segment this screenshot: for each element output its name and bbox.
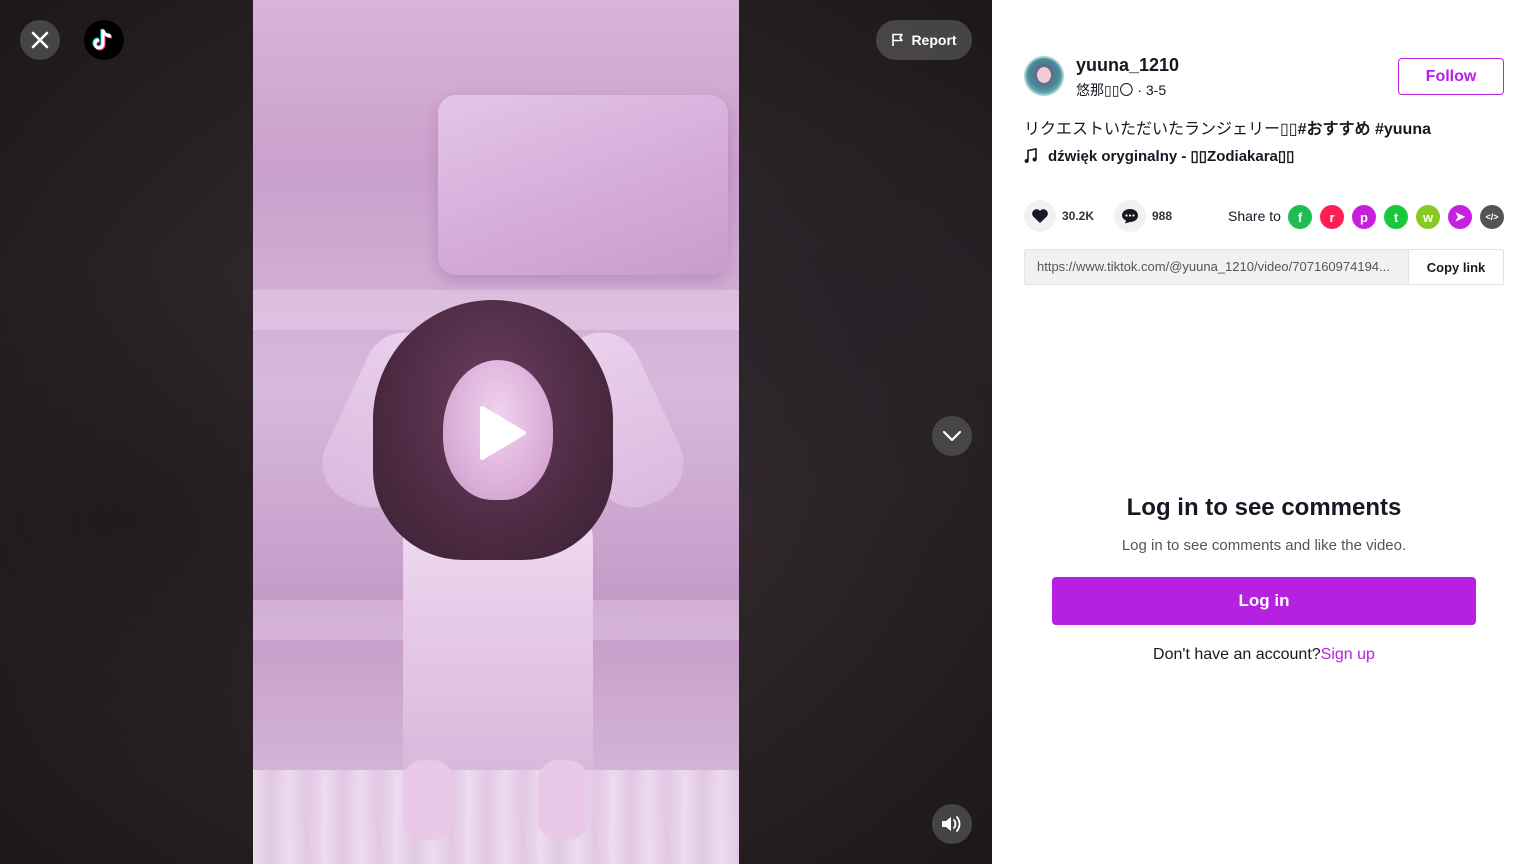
- music-link[interactable]: dźwięk oryginalny - ▯▯Zodiakara▯▯: [1024, 147, 1294, 165]
- like-count: 30.2K: [1062, 209, 1095, 223]
- music-title: dźwięk oryginalny - ▯▯Zodiakara▯▯: [1048, 148, 1295, 165]
- music-note-icon: [1024, 148, 1037, 163]
- tiktok-logo[interactable]: [84, 20, 124, 60]
- volume-button[interactable]: [932, 804, 972, 844]
- pinterest-icon[interactable]: p: [1352, 205, 1376, 229]
- video-link-field[interactable]: https://www.tiktok.com/@yuuna_1210/video…: [1025, 250, 1408, 284]
- username[interactable]: yuuna_1210: [1076, 55, 1179, 76]
- share-label: Share to: [1228, 208, 1281, 224]
- signup-prompt: Don't have an account?Sign up: [992, 646, 1536, 664]
- follow-button[interactable]: Follow: [1398, 58, 1504, 95]
- signup-link[interactable]: Sign up: [1321, 646, 1375, 663]
- comment-stat[interactable]: 988: [1114, 200, 1172, 232]
- volume-icon: [942, 816, 961, 832]
- bed-ruffle: [253, 770, 739, 864]
- chevron-down-icon: [942, 430, 962, 442]
- pillow: [438, 95, 728, 275]
- avatar[interactable]: [1024, 56, 1064, 96]
- embed-icon[interactable]: </>: [1480, 205, 1504, 229]
- nickname: 悠那▯▯〇: [1076, 82, 1134, 98]
- caption-text: リクエストいただいたランジェリー▯▯: [1024, 121, 1298, 138]
- person-foot: [538, 760, 588, 840]
- comment-count: 988: [1152, 209, 1173, 223]
- facebook-icon[interactable]: f: [1288, 205, 1312, 229]
- caption-hashtags[interactable]: #おすすめ #yuuna: [1298, 121, 1431, 138]
- comments-login-subtitle: Log in to see comments and like the vide…: [1121, 537, 1407, 554]
- report-label: Report: [911, 32, 957, 48]
- comment-icon: [1122, 209, 1138, 224]
- next-video-button[interactable]: [932, 416, 972, 456]
- no-account-text: Don't have an account?: [1153, 646, 1321, 663]
- video-area: Report: [0, 0, 992, 864]
- login-button[interactable]: Log in: [1052, 577, 1476, 625]
- separator-dot: ·: [1137, 82, 1146, 98]
- video-link-box: https://www.tiktok.com/@yuuna_1210/video…: [1024, 249, 1504, 285]
- like-stat[interactable]: 30.2K: [1024, 200, 1094, 232]
- like-button[interactable]: [1024, 200, 1056, 232]
- tiktok-video-viewer: Report yuuna_1210 悠那▯▯〇 · 3-5 Follow リクエ…: [0, 0, 1536, 864]
- reddit-icon[interactable]: r: [1320, 205, 1344, 229]
- post-date: 3-5: [1145, 82, 1167, 98]
- twitter-icon[interactable]: t: [1384, 205, 1408, 229]
- person-foot: [403, 760, 453, 840]
- author-subline: 悠那▯▯〇 · 3-5: [1076, 80, 1166, 100]
- copy-link-button[interactable]: Copy link: [1408, 250, 1503, 284]
- close-button[interactable]: [20, 20, 60, 60]
- play-icon[interactable]: [478, 405, 528, 461]
- heart-icon: [1032, 209, 1048, 223]
- whatsapp-icon[interactable]: w: [1416, 205, 1440, 229]
- report-button[interactable]: Report: [876, 20, 972, 60]
- comments-login-title: Log in to see comments: [1126, 494, 1402, 521]
- details-panel: yuuna_1210 悠那▯▯〇 · 3-5 Follow リクエストいただいた…: [992, 0, 1536, 864]
- flag-icon: [892, 33, 904, 46]
- video-caption: リクエストいただいたランジェリー▯▯#おすすめ #yuuna: [1024, 115, 1431, 139]
- close-icon: [31, 31, 49, 49]
- telegram-icon[interactable]: ➤: [1448, 205, 1472, 229]
- tiktok-logo-icon: [92, 28, 113, 51]
- comment-button[interactable]: [1114, 200, 1146, 232]
